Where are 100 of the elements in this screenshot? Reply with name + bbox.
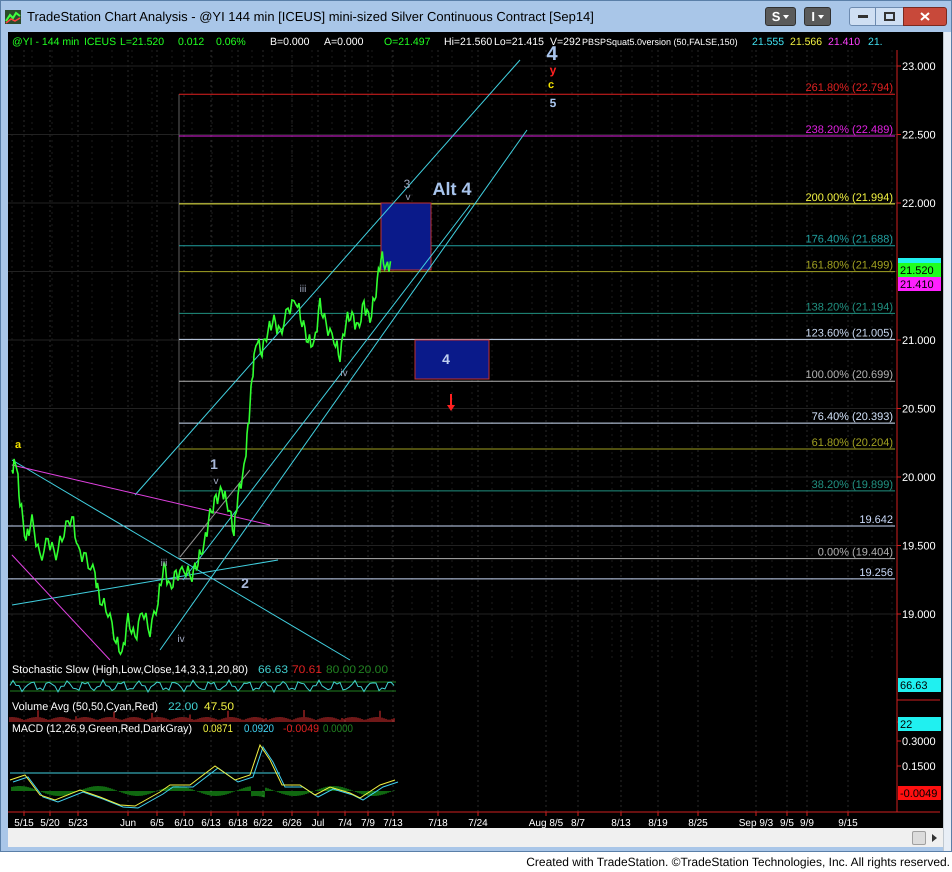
chart-app-icon	[5, 10, 21, 24]
status-value: Hi=21.560	[444, 36, 492, 48]
wave-label: iv	[340, 368, 348, 379]
indicator-value: 47.50	[204, 701, 232, 713]
wave-label: iv	[177, 634, 185, 645]
date-axis-label: 8/19	[648, 818, 668, 828]
maximize-button[interactable]	[876, 7, 903, 26]
status-value: 0.06%	[216, 36, 246, 48]
price-axis-label: 21.000	[902, 335, 936, 347]
minimize-button[interactable]	[849, 7, 876, 26]
wave-label: v	[214, 476, 218, 487]
date-axis-label: 5/20	[40, 818, 60, 828]
status-value: O=21.497	[384, 36, 430, 48]
status-value: 21.555	[752, 36, 784, 48]
price-axis-label: 19.500	[902, 540, 936, 552]
status-value: ICEUS	[84, 36, 116, 48]
menu-dropdown-button[interactable]: S	[764, 7, 796, 26]
date-axis-label: 5/15	[14, 818, 34, 828]
indicator-value: 66.63	[258, 664, 286, 676]
date-axis-label: Sep 9/3	[738, 818, 774, 828]
minimize-icon	[858, 14, 868, 18]
price-axis-label: 22.500	[902, 130, 936, 142]
fib-level-label: 261.80% (22.794)	[806, 82, 893, 94]
fib-level-label: 238.20% (22.489)	[806, 124, 893, 136]
fib-level-label: 19.642	[859, 514, 893, 526]
fib-level-label: 161.80% (21.499)	[806, 260, 893, 272]
date-axis-label: 6/10	[174, 818, 194, 828]
date-axis-label: Aug 8/5	[528, 818, 564, 828]
status-value: PBSPSquat5.0version (50,FALSE,150)	[582, 37, 738, 47]
axis-price-marker: 66.63	[898, 678, 941, 692]
fib-level-label: 0.00% (19.404)	[818, 546, 893, 559]
menu-dropdown-button[interactable]: I	[804, 7, 831, 26]
date-axis-label: Jul	[312, 818, 324, 828]
date-axis-label: 8/13	[611, 818, 631, 828]
price-axis-label: 19.000	[902, 609, 936, 621]
status-value: @YI - 144 min	[12, 36, 80, 48]
date-axis-label: 8/7	[571, 818, 585, 828]
copyright-text: Created with TradeStation. ©TradeStation Technologies, Inc. All rights reserved.	[526, 854, 950, 871]
zone-label: 4	[442, 351, 450, 367]
date-axis-label: 8/25	[688, 818, 708, 828]
date-axis-label: 7/18	[428, 818, 448, 828]
fib-level-label: 138.20% (21.194)	[806, 301, 893, 314]
date-axis-label: 6/18	[228, 818, 248, 828]
window-title: TradeStation Chart Analysis - @YI 144 min [ICEUS] mini-sized Silver Continuous Contract [Sep14]	[27, 8, 594, 26]
scrollbar-thumb[interactable]	[912, 830, 926, 844]
wave-label: y	[550, 63, 556, 77]
indicator-value: 80.00	[326, 664, 354, 676]
fib-level-label: 123.60% (21.005)	[806, 327, 893, 340]
axis-price-marker: 21.520	[898, 263, 941, 277]
indicator-value: 0.0920	[244, 723, 278, 735]
date-axis-label: 9/5	[780, 818, 794, 828]
date-axis-label: 6/22	[253, 818, 273, 828]
date-axis-label: 9/15	[838, 818, 858, 828]
vertical-scrollbar[interactable]	[943, 32, 951, 851]
price-axis-label: 23.000	[902, 61, 936, 73]
axis-price-marker: -0.0049	[898, 786, 941, 800]
restore-icon	[884, 12, 895, 21]
indicator-value: -0.0049	[283, 723, 320, 735]
date-axis-label: Jun	[120, 818, 136, 828]
indicator-value: 20.00	[358, 664, 386, 676]
axis-price-marker: 21.410	[898, 277, 941, 291]
date-axis-label: 7/9	[361, 818, 375, 828]
caret-icon	[783, 14, 790, 18]
wave-label: v	[406, 192, 410, 203]
fib-level-label: 19.256	[859, 566, 893, 579]
price-axis-label: 22.000	[902, 198, 936, 210]
status-value: L=21.520	[120, 36, 164, 48]
wave-label: c	[548, 79, 554, 91]
date-axis-label: 5/23	[68, 818, 88, 828]
wave-label: a	[14, 439, 22, 451]
fib-level-label: 200.00% (21.994)	[806, 192, 893, 204]
date-axis-label: 7/24	[468, 818, 488, 828]
down-arrow-icon	[447, 394, 455, 411]
indicator-title: Stochastic Slow (High,Low,Close,14,3,3,1,20,80)	[12, 664, 250, 676]
indicator-value: 70.61	[292, 664, 320, 676]
status-value: 21.410	[828, 36, 860, 48]
close-button[interactable]	[903, 7, 947, 26]
date-axis-label: 9/9	[800, 818, 814, 828]
status-value: Lo=21.415	[494, 36, 544, 48]
status-value: A=0.000	[324, 36, 364, 48]
wave-label: Alt 4	[432, 179, 472, 199]
status-value: B=0.000	[270, 36, 310, 48]
fib-level-label: 176.40% (21.688)	[806, 234, 893, 246]
price-axis-label: 20.500	[902, 404, 936, 416]
status-value: 21.566	[790, 36, 822, 48]
fib-level-label: 76.40% (20.393)	[812, 411, 893, 424]
macd-axis-label: 0.1500	[902, 761, 936, 773]
price-axis-label: 20.000	[902, 472, 936, 484]
status-value: 0.012	[178, 36, 204, 48]
status-value: 21.	[868, 36, 883, 48]
scroll-right-icon[interactable]	[932, 834, 937, 842]
date-axis-label: 6/13	[201, 818, 221, 828]
target-zone	[380, 202, 432, 270]
date-axis-label: 6/26	[282, 818, 302, 828]
caret-icon	[818, 14, 824, 18]
fib-level-label: 38.20% (19.899)	[812, 478, 893, 491]
indicator-value: 0.0871	[203, 723, 237, 735]
indicator-title: Volume Avg (50,50,Cyan,Red)	[12, 701, 160, 713]
close-icon	[920, 12, 930, 21]
wave-label: 2	[241, 575, 249, 591]
